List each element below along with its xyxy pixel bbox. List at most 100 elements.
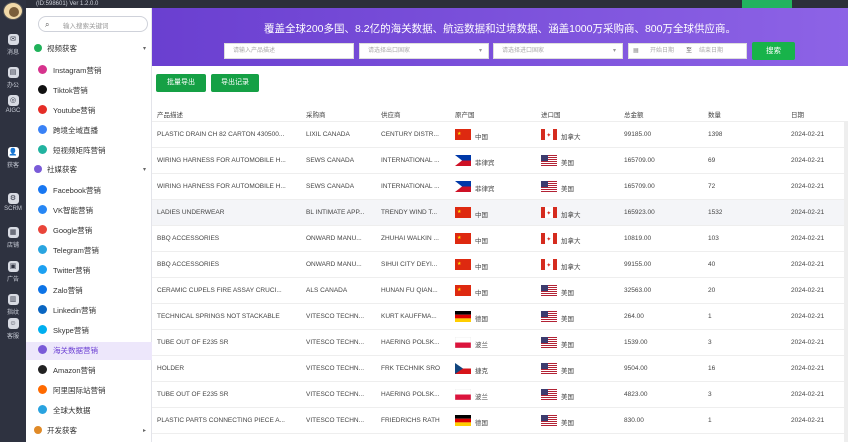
table-row[interactable]: PLASTIC DRAIN CH 82 CARTON 430500... LIXI… [152,122,848,148]
product-desc[interactable]: TUBE OUT OF E235 SR [157,339,299,346]
date-range-picker[interactable]: ▦ 开始日期 至 结束日期 [628,43,747,59]
sidebar-section-0[interactable]: 视频获客 ▾ [34,42,148,56]
buyer-name[interactable]: VITESCO TECHN... [306,391,374,398]
supplier-name[interactable]: HAERING POLSK... [381,391,449,398]
buyer-name[interactable]: VITESCO TECHN... [306,365,374,372]
sidebar-item-social-0[interactable]: Facebook营销 [38,182,152,200]
table-row[interactable]: TECHNICAL SPRINGS NOT STACKABLE VITESCO T… [152,304,848,330]
sidebar-item-social-7[interactable]: Skype营销 [38,322,152,340]
table-row[interactable]: HOLDER VITESCO TECHN... FRK TECHNIK SRO 捷克 美… [152,356,848,382]
table-row[interactable]: TUBE OUT OF E235 SR VITESCO TECHN... HAERI… [152,382,848,408]
sidebar-item-social-1[interactable]: VK智能营销 [38,202,152,220]
column-header[interactable]: 总金额 [624,109,644,119]
rail-item-1[interactable]: ▤ 办公 [0,64,26,90]
supplier-name[interactable]: INTERNATIONAL ... [381,157,449,164]
table-row[interactable]: CERAMIC CUPELS FIRE ASSAY CRUCI... ALS CA… [152,278,848,304]
buyer-name[interactable]: ONWARD MANU... [306,261,374,268]
buyer-name[interactable]: ONWARD MANU... [306,235,374,242]
product-desc[interactable]: TUBE OUT OF E235 SR [157,391,299,398]
batch-export-button[interactable]: 批量导出 [156,74,206,92]
buyer-name[interactable]: SEWS CANADA [306,183,374,190]
supplier-name[interactable]: KURT KAUFFMA... [381,313,449,320]
column-header[interactable]: 日期 [791,109,804,119]
table-row[interactable]: WIRING HARNESS FOR AUTOMOBILE H... SEWS C… [152,148,848,174]
product-desc[interactable]: PLASTIC PARTS CONNECTING PIECE A... [157,417,299,424]
supplier-name[interactable]: FRIEDRICHS RATH [381,417,449,424]
table-row[interactable]: PLASTIC PARTS CONNECTING PIECE A... VITES… [152,408,848,434]
supplier-name[interactable]: HAERING POLSK... [381,339,449,346]
supplier-name[interactable]: SIHUI CITY DEYI... [381,261,449,268]
table-row[interactable]: TUBE OUT OF E235 SR VITESCO TECHN... HAERI… [152,330,848,356]
sidebar-item-social-4[interactable]: Twitter营销 [38,262,152,280]
rail-item-3[interactable]: 👤 获客 [0,144,26,170]
product-input[interactable]: 请输入产品描述 [224,43,354,59]
column-header[interactable]: 产品描述 [157,109,183,119]
scrollbar[interactable] [844,122,848,442]
sidebar-item-social-3[interactable]: Telegram营销 [38,242,152,260]
sidebar-item-video-4[interactable]: 短视频矩阵营销 [38,142,152,160]
product-desc[interactable]: WIRING HARNESS FOR AUTOMOBILE H... [157,157,299,164]
sidebar-item-label: Twitter营销 [53,266,91,275]
buyer-name[interactable]: ALS CANADA [306,287,374,294]
product-desc[interactable]: TECHNICAL SPRINGS NOT STACKABLE [157,313,299,320]
rail-item-7[interactable]: ▥ 指纹 [0,291,26,317]
sidebar-item-video-3[interactable]: 跨境全域直播 [38,122,152,140]
rail-item-8[interactable]: ☺ 客服 [0,315,26,341]
rail-item-2[interactable]: ◎ AIGC [0,92,26,118]
product-desc[interactable]: BBQ ACCESSORIES [157,235,299,242]
product-desc[interactable]: CERAMIC CUPELS FIRE ASSAY CRUCI... [157,287,299,294]
sidebar-item-video-2[interactable]: Youtube营销 [38,102,152,120]
rail-item-5[interactable]: ▦ 店铺 [0,224,26,250]
sidebar-search[interactable]: ⌕ 输入搜索关键词 [38,16,148,32]
product-desc[interactable]: WIRING HARNESS FOR AUTOMOBILE H... [157,183,299,190]
product-desc[interactable]: LADIES UNDERWEAR [157,209,299,216]
sidebar-item-video-0[interactable]: Instagram营销 [38,62,152,80]
sidebar-item-social-2[interactable]: Google营销 [38,222,152,240]
supplier-name[interactable]: CENTURY DISTR... [381,131,449,138]
supplier-name[interactable]: HUNAN FU QIAN... [381,287,449,294]
product-desc[interactable]: PLASTIC DRAIN CH 82 CARTON 430500... [157,131,299,138]
column-header[interactable]: 原产国 [455,109,475,119]
sidebar-item-social-8[interactable]: 海关数据营销 [26,342,152,360]
buyer-name[interactable]: SEWS CANADA [306,157,374,164]
buyer-name[interactable]: VITESCO TECHN... [306,417,374,424]
export-log-button[interactable]: 导出记录 [211,74,259,92]
table-row[interactable]: BBQ ACCESSORIES ONWARD MANU... SIHUI CITY … [152,252,848,278]
sidebar-item-social-6[interactable]: Linkedin营销 [38,302,152,320]
column-header[interactable]: 数量 [708,109,721,119]
table-row[interactable]: LADIES UNDERWEAR BL INTIMATE APP... TRENDY… [152,200,848,226]
supplier-name[interactable]: FRK TECHNIK SRO [381,365,449,372]
importer-select[interactable]: 请选择进口国家 ▾ [493,43,623,59]
supplier-name[interactable]: INTERNATIONAL ... [381,183,449,190]
end-date[interactable]: 结束日期 [699,44,723,58]
rail-item-0[interactable]: ✉ 消息 [0,31,26,57]
sidebar-item-social-10[interactable]: 阿里国际站营销 [38,382,152,400]
sidebar-item-social-11[interactable]: 全球大数据 [38,402,152,420]
sidebar-section-2[interactable]: 开发获客 ▸ [34,424,148,438]
chevron-down-icon: ▾ [142,167,146,173]
sidebar-item-social-5[interactable]: Zalo营销 [38,282,152,300]
column-header[interactable]: 进口国 [541,109,561,119]
start-date[interactable]: 开始日期 [650,44,674,58]
sidebar-item-social-9[interactable]: Amazon营销 [38,362,152,380]
sidebar-section-1[interactable]: 社媒获客 ▾ [34,163,148,177]
buyer-name[interactable]: BL INTIMATE APP... [306,209,374,216]
product-desc[interactable]: BBQ ACCESSORIES [157,261,299,268]
buyer-name[interactable]: VITESCO TECHN... [306,339,374,346]
avatar[interactable] [3,2,23,20]
product-desc[interactable]: HOLDER [157,365,299,372]
rail-item-4[interactable]: ⚙ SCRM [0,190,26,216]
column-header[interactable]: 采购商 [306,109,326,119]
rail-item-6[interactable]: ▣ 广告 [0,258,26,284]
exporter-select[interactable]: 请选择出口国家 ▾ [359,43,489,59]
buyer-name[interactable]: LIXIL CANADA [306,131,374,138]
sidebar-item-video-1[interactable]: Tiktok营销 [38,82,152,100]
buyer-name[interactable]: VITESCO TECHN... [306,313,374,320]
supplier-name[interactable]: TRENDY WIND T... [381,209,449,216]
top-right-button[interactable] [742,0,792,8]
table-row[interactable]: BBQ ACCESSORIES ONWARD MANU... ZHUHAI WALK… [152,226,848,252]
table-row[interactable]: WIRING HARNESS FOR AUTOMOBILE H... SEWS C… [152,174,848,200]
column-header[interactable]: 供应商 [381,109,401,119]
search-button[interactable]: 搜索 [752,42,795,60]
supplier-name[interactable]: ZHUHAI WALKIN ... [381,235,449,242]
